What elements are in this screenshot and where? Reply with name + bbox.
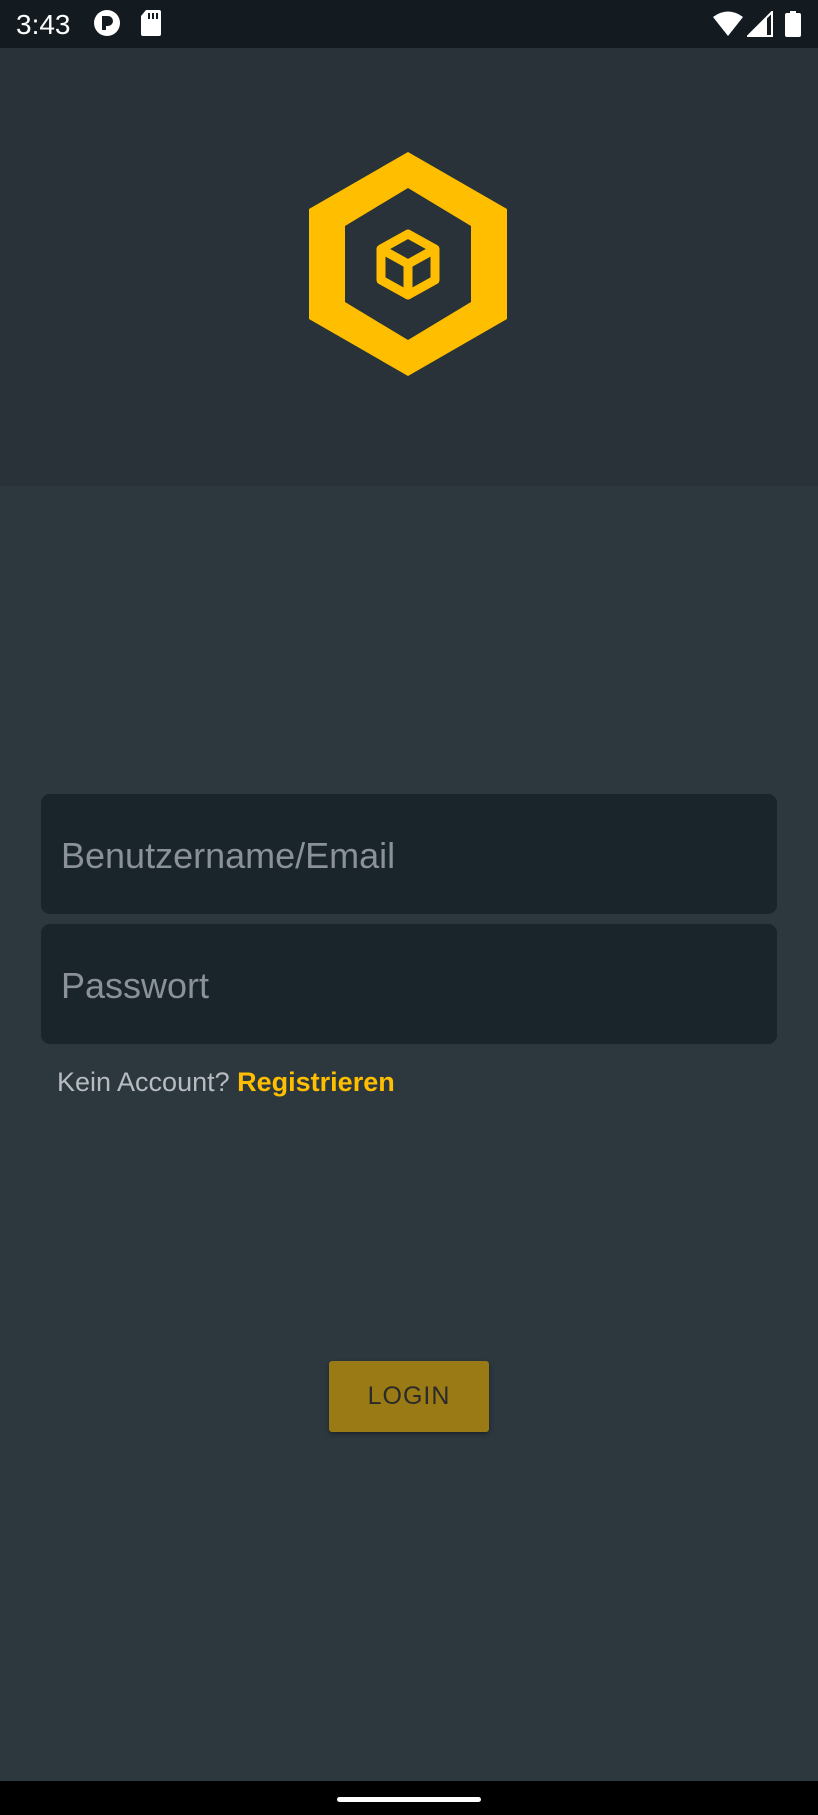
battery-icon [785,11,801,42]
wifi-icon [713,11,743,42]
password-input[interactable] [61,965,777,1007]
password-field[interactable] [41,924,777,1044]
status-time: 3:43 [16,9,71,40]
status-bar: 3:43 [0,0,818,48]
cell-signal-icon [745,9,773,42]
navigation-bar [0,1781,818,1815]
register-prompt: Kein Account? [57,1067,230,1097]
username-field[interactable] [41,794,777,914]
data-saver-icon [93,9,121,42]
sd-card-icon [140,9,162,42]
register-row: Kein Account? Registrieren [57,1064,395,1100]
home-indicator[interactable] [337,1797,481,1802]
username-input[interactable] [61,835,777,877]
hexagon-cube-logo [309,152,507,376]
register-link[interactable]: Registrieren [237,1067,395,1097]
login-button[interactable]: LOGIN [329,1361,489,1432]
